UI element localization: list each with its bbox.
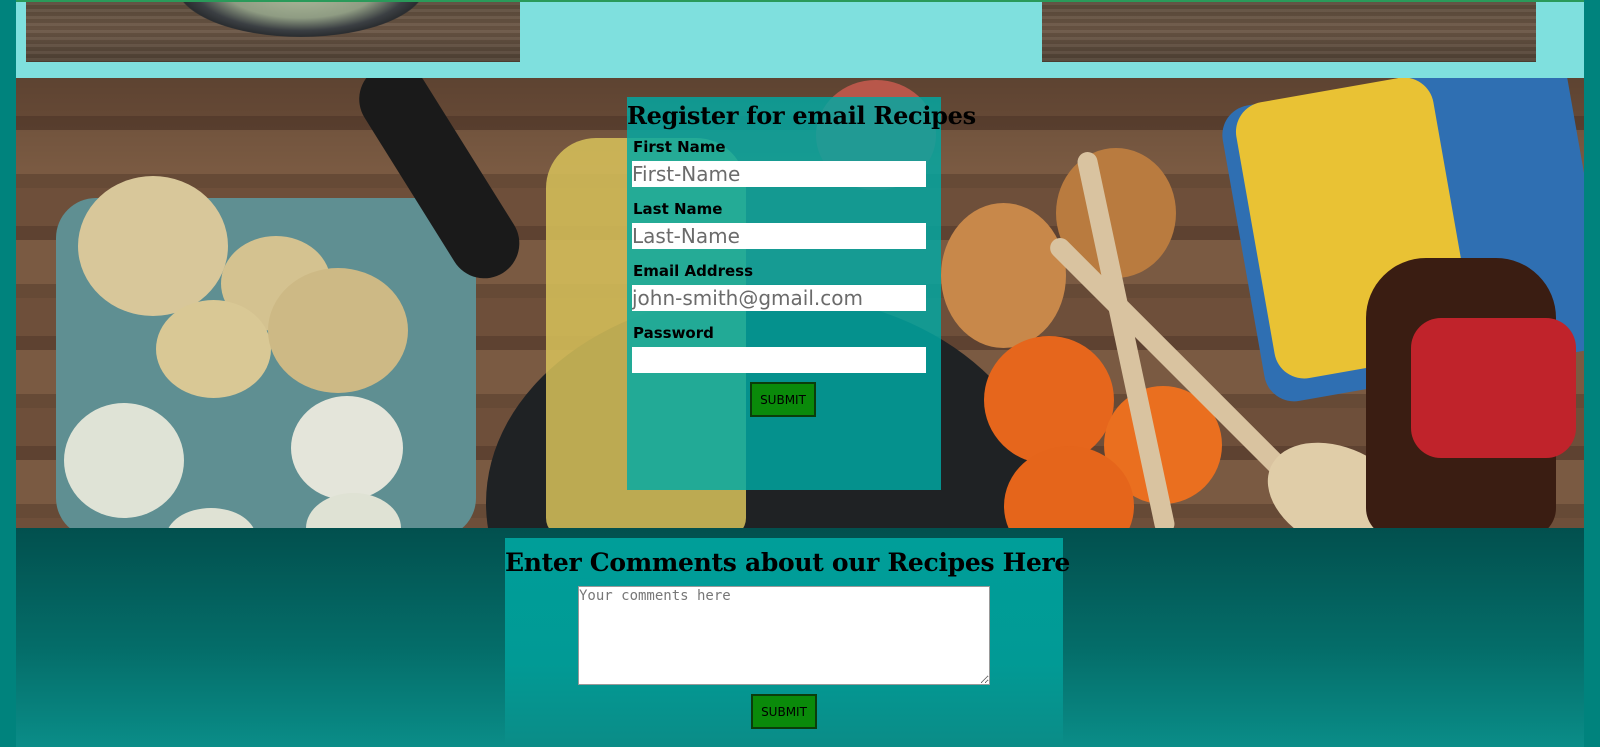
register-title: Register for email Recipes (627, 101, 976, 130)
first-name-label: First Name (633, 138, 726, 156)
register-submit-button[interactable]: SUBMIT (750, 382, 816, 417)
comments-textarea[interactable] (578, 586, 990, 685)
egg-shape (64, 403, 184, 518)
top-image-strip (16, 0, 1584, 78)
onion-shape (941, 203, 1066, 348)
email-input[interactable] (632, 285, 926, 311)
egg-shape (291, 396, 403, 500)
top-right-photo (1042, 2, 1536, 62)
comments-title: Enter Comments about our Recipes Here (505, 548, 1071, 577)
top-left-photo (26, 2, 520, 62)
potato-shape (156, 300, 271, 398)
email-label: Email Address (633, 262, 754, 280)
comments-submit-button[interactable]: SUBMIT (751, 694, 817, 729)
vinegar-label-shape (1411, 318, 1576, 458)
password-label: Password (633, 324, 714, 342)
register-form: Register for email Recipes First Name La… (627, 97, 976, 490)
first-name-input[interactable] (632, 161, 926, 187)
last-name-label: Last Name (633, 200, 723, 218)
page: Register for email Recipes First Name La… (16, 0, 1584, 747)
potato-shape (268, 268, 408, 393)
orange-shape (984, 336, 1114, 464)
potato-shape (78, 176, 228, 316)
password-input[interactable] (632, 347, 926, 373)
last-name-input[interactable] (632, 223, 926, 249)
comments-form: Enter Comments about our Recipes Here SU… (505, 538, 1071, 747)
